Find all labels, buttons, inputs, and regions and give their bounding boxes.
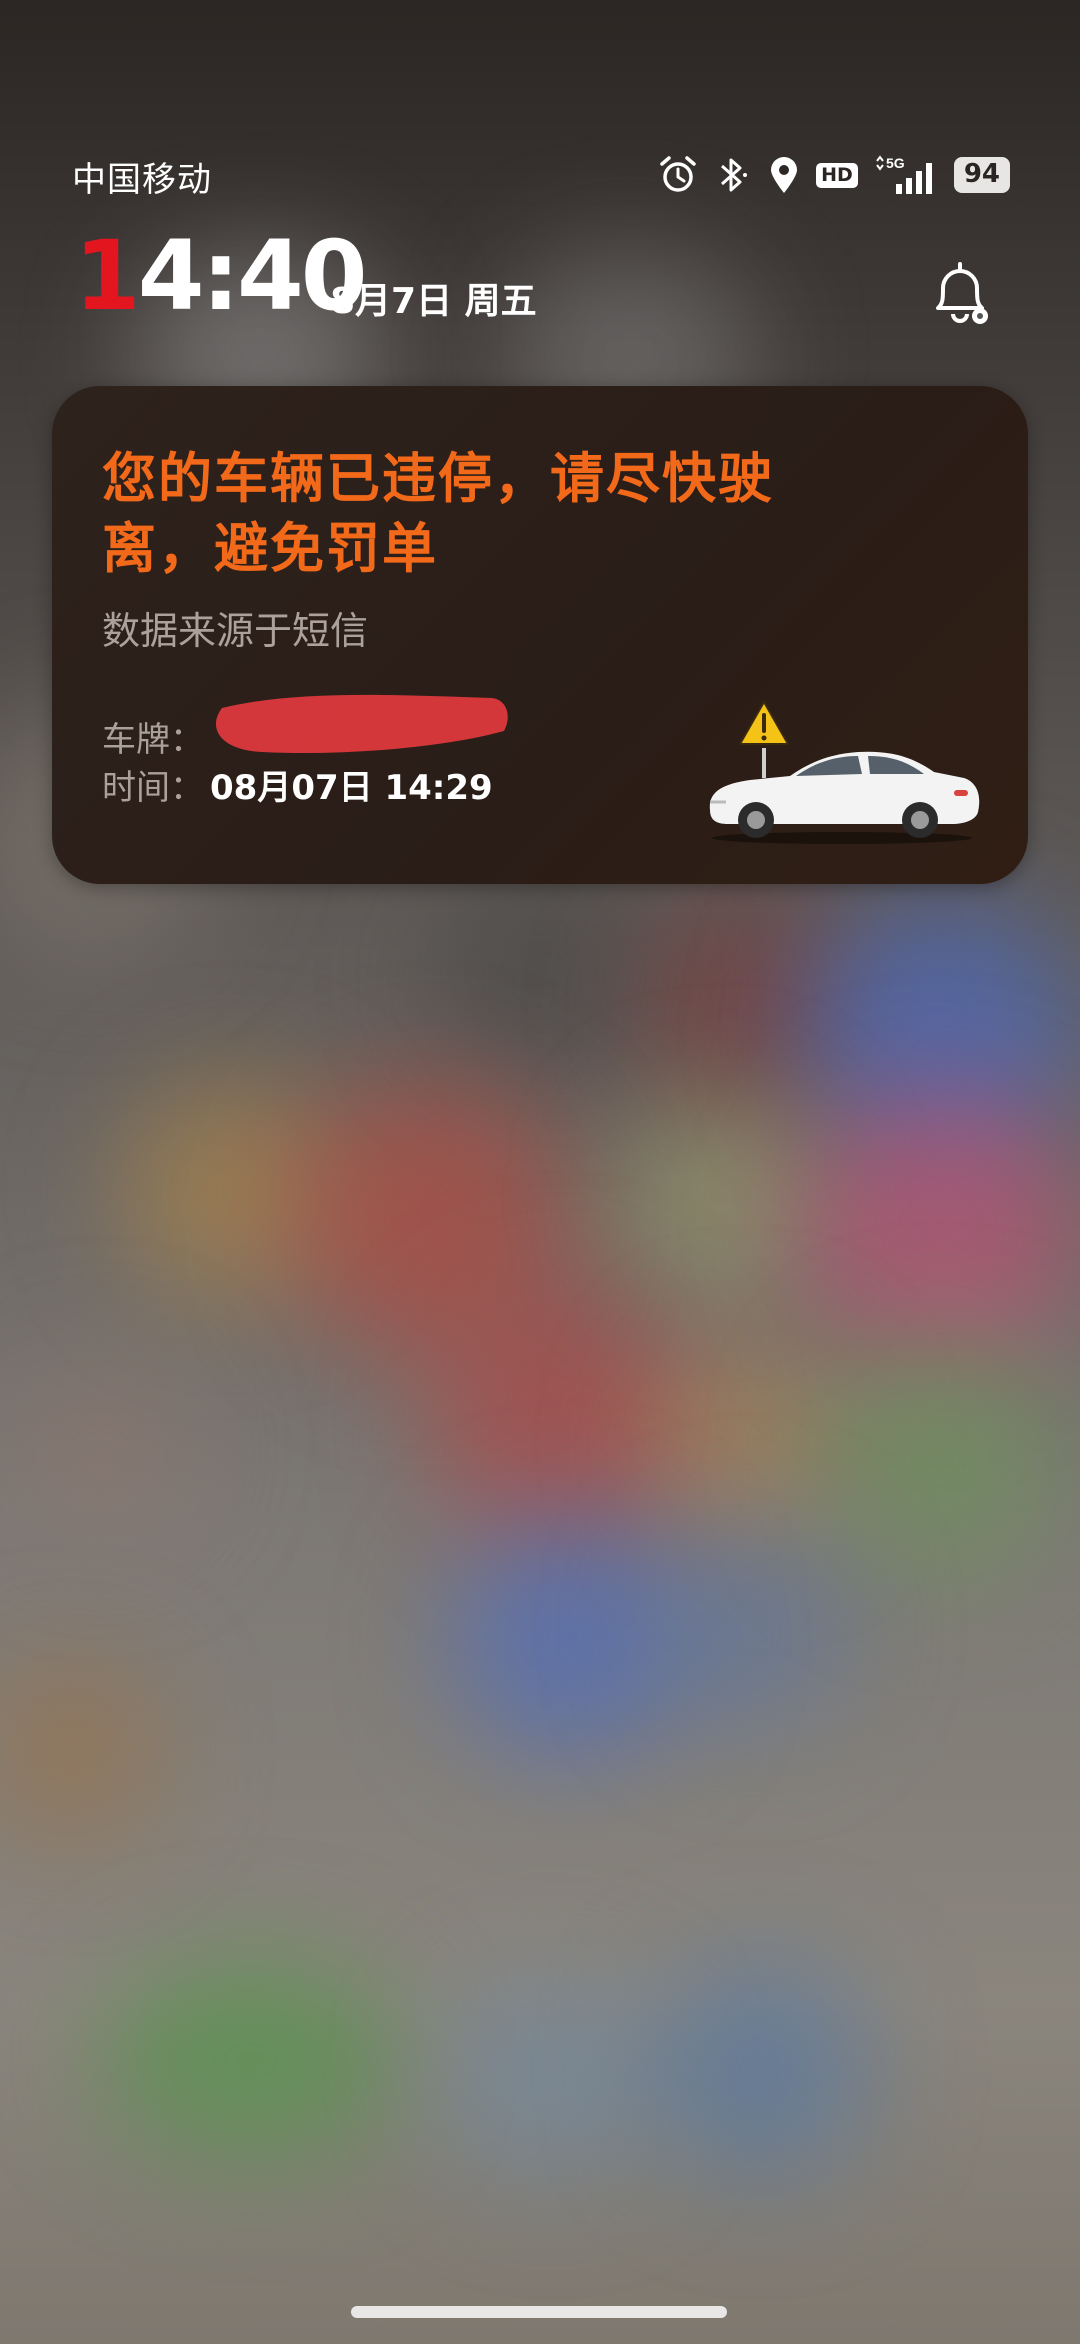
status-icons: HD 5G 94 bbox=[658, 150, 1010, 200]
parking-violation-notification-card[interactable]: 您的车辆已违停，请尽快驶离，避免罚单 数据来源于短信 车牌： 时间： 08月07日… bbox=[52, 386, 1028, 884]
plate-row: 车牌： bbox=[102, 712, 204, 761]
alarm-icon bbox=[658, 155, 698, 195]
lockscreen-clock: 14:40 bbox=[74, 228, 368, 324]
svg-text:5G: 5G bbox=[886, 155, 905, 171]
carrier-name: 中国移动 bbox=[72, 160, 212, 200]
location-icon bbox=[768, 155, 800, 195]
car-warning-illustration bbox=[702, 698, 992, 848]
time-label: 时间： bbox=[102, 768, 204, 808]
plate-label: 车牌： bbox=[102, 720, 204, 760]
clock-first-digit: 1 bbox=[74, 220, 141, 332]
signal-5g-icon: 5G bbox=[874, 154, 938, 196]
blurred-wallpaper bbox=[0, 0, 1080, 2344]
plate-redaction bbox=[202, 686, 522, 766]
notification-settings-bell-icon[interactable] bbox=[922, 258, 998, 334]
time-row: 时间： 08月07日 14:29 bbox=[102, 760, 493, 809]
lockscreen-date: 8月7日 周五 bbox=[330, 281, 537, 322]
time-value: 08月07日 14:29 bbox=[210, 768, 493, 808]
hd-icon: HD bbox=[816, 162, 858, 188]
status-bar: 中国移动 HD 5G 94 bbox=[72, 150, 1010, 200]
home-indicator[interactable] bbox=[351, 2306, 727, 2318]
notification-title: 您的车辆已违停，请尽快驶离，避免罚单 bbox=[102, 447, 774, 580]
bluetooth-icon bbox=[714, 155, 752, 195]
notification-source: 数据来源于短信 bbox=[102, 609, 369, 653]
battery-icon: 94 bbox=[953, 157, 1010, 193]
